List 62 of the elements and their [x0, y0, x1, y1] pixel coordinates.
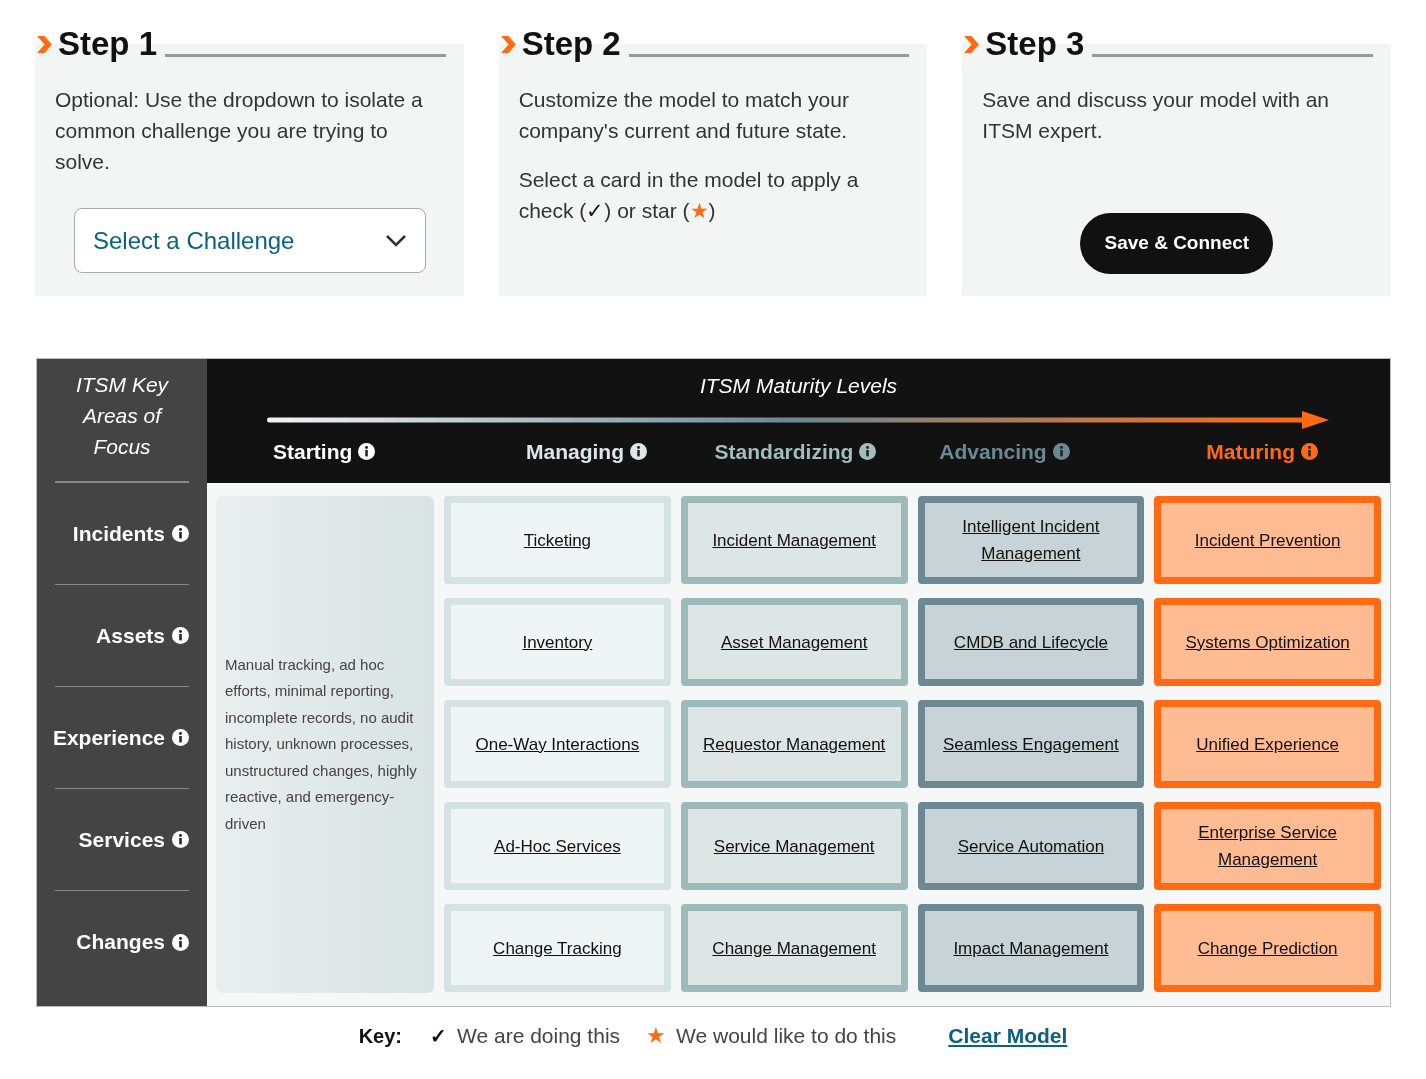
step-instructions: Customize the model to match your company's current and future state.: [518, 87, 850, 144]
model-card[interactable]: Service Automation: [917, 802, 1145, 890]
key-label: Key:: [358, 1023, 402, 1049]
area-label: Changes: [76, 929, 165, 956]
level-label: Starting: [273, 438, 353, 465]
model-card[interactable]: Change Tracking: [444, 904, 671, 992]
key-description: We would like to do this: [676, 1022, 897, 1049]
model-card[interactable]: Intelligent Incident Management: [917, 496, 1145, 584]
model-card[interactable]: Change Prediction: [1154, 904, 1381, 992]
model-card[interactable]: Systems Optimization: [1154, 598, 1381, 686]
model-card[interactable]: Inventory: [444, 598, 671, 686]
model-card[interactable]: Asset Management: [680, 598, 908, 686]
info-icon[interactable]: [172, 831, 189, 848]
key-description: We are doing this: [457, 1022, 621, 1049]
info-icon[interactable]: [172, 729, 189, 746]
model-card[interactable]: Enterprise Service Management: [1154, 802, 1381, 890]
step-instructions: Save and discuss your model with an ITSM expert.: [982, 87, 1330, 144]
model-card[interactable]: One-Way Interactions: [444, 700, 671, 788]
info-icon[interactable]: [859, 442, 877, 460]
step-instructions: Select a card in the model to apply a check (✓) or star (★): [518, 167, 860, 224]
clear-model-link[interactable]: Clear Model: [948, 1019, 1068, 1052]
model-card[interactable]: Impact Management: [917, 904, 1145, 992]
model-card[interactable]: Ticketing: [444, 496, 671, 584]
step-instructions: Optional: Use the dropdown to isolate a common challenge you are trying to solve.: [55, 87, 424, 175]
level-label: Maturing: [1206, 438, 1295, 465]
level-label: Managing: [526, 438, 624, 465]
levels-title: ITSM Maturity Levels: [698, 373, 899, 399]
info-icon[interactable]: [630, 442, 647, 460]
save-connect-button[interactable]: Save & Connect: [1080, 213, 1274, 274]
chevron-icon: [36, 35, 53, 54]
star-icon: ★: [646, 1019, 667, 1052]
areas-title: ITSM Key Areas of Focus: [74, 372, 170, 460]
level-label: Advancing: [939, 438, 1047, 465]
info-icon[interactable]: [172, 627, 189, 644]
challenge-dropdown[interactable]: Select a Challenge: [74, 208, 426, 273]
model-card[interactable]: Incident Prevention: [1154, 496, 1381, 584]
step-title: Step 2: [521, 25, 621, 63]
model-card[interactable]: Unified Experience: [1154, 700, 1381, 788]
info-icon[interactable]: [1301, 442, 1318, 460]
level-label: Standardizing: [714, 438, 854, 465]
area-label: Incidents: [72, 520, 165, 547]
model-card[interactable]: Requestor Management: [680, 700, 908, 788]
model-card[interactable]: Change Management: [680, 904, 908, 992]
model-card[interactable]: CMDB and Lifecycle: [917, 598, 1145, 686]
model-card[interactable]: Service Management: [680, 802, 908, 890]
model-card[interactable]: Incident Management: [680, 496, 908, 584]
model-card[interactable]: Seamless Engagement: [917, 700, 1145, 788]
info-icon[interactable]: [358, 442, 376, 460]
step-title: Step 3: [985, 25, 1085, 63]
chevron-icon: [499, 35, 517, 54]
chevron-icon: [963, 35, 981, 54]
arrow-icon: [266, 409, 1330, 430]
info-icon[interactable]: [172, 525, 189, 542]
area-label: Services: [78, 826, 165, 853]
info-icon[interactable]: [172, 933, 189, 951]
step-title: Step 1: [58, 25, 158, 63]
caret-icon: [385, 233, 407, 248]
model-card[interactable]: Ad-Hoc Services: [444, 802, 671, 890]
area-label: Assets: [96, 622, 165, 649]
level-description: Manual tracking, ad hoc efforts, minimal reporting, incomplete records, no audit history, unknown processes, unstructured changes, highly reactive, and emergency-driven: [225, 654, 418, 834]
check-icon: ✓: [430, 1020, 447, 1051]
area-label: Experience: [52, 724, 165, 751]
